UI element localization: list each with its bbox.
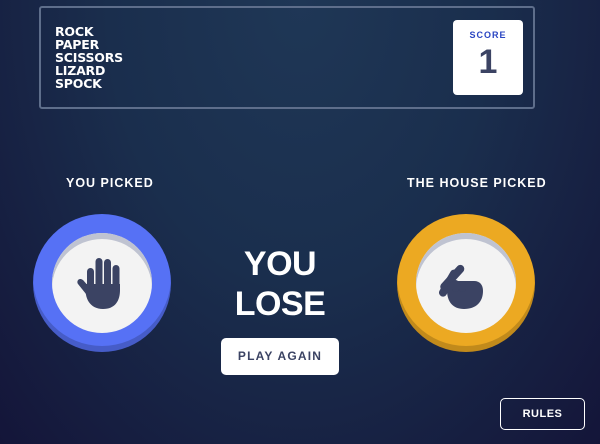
hand-paper-icon	[77, 258, 120, 309]
result-panel: YOU LOSE PLAY AGAIN	[200, 244, 360, 375]
logo-line-spock: SPOCK	[55, 76, 102, 91]
hand-scissors-icon	[439, 264, 483, 309]
score-label: SCORE	[469, 30, 507, 40]
score-value: 1	[478, 43, 498, 81]
house-pick-label: THE HOUSE PICKED	[407, 176, 547, 190]
player-pick-token	[33, 214, 171, 352]
game-header: ROCK PAPER SCISSORS LIZARD SPOCK SCORE 1	[39, 6, 535, 109]
house-pick-token	[397, 214, 535, 352]
score-box: SCORE 1	[453, 20, 523, 95]
rules-button[interactable]: RULES	[500, 398, 585, 430]
house-pick-inner	[416, 233, 516, 333]
play-again-button[interactable]: PLAY AGAIN	[221, 338, 339, 375]
result-text: YOU LOSE	[234, 245, 326, 323]
player-pick-inner	[52, 233, 152, 333]
player-pick-label: YOU PICKED	[66, 176, 154, 190]
game-logo: ROCK PAPER SCISSORS LIZARD SPOCK	[55, 25, 123, 90]
